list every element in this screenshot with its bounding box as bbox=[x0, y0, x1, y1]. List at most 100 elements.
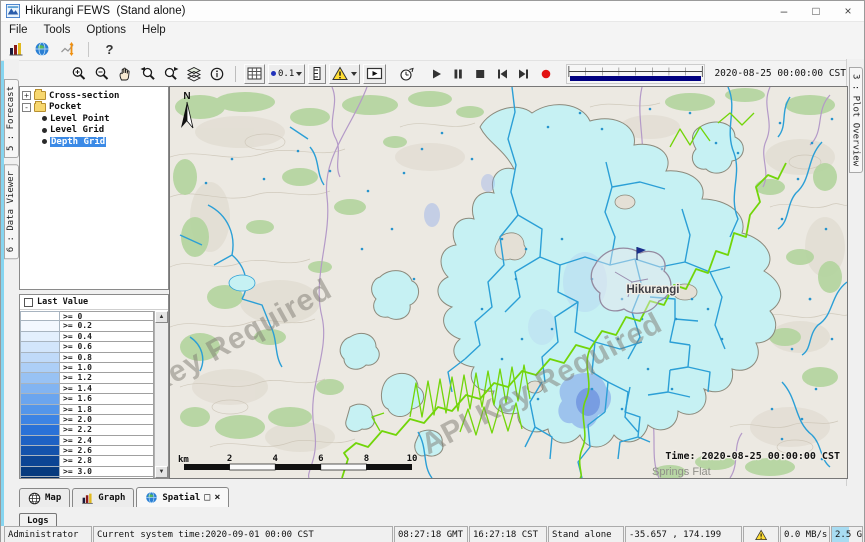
scroll-down-icon[interactable]: ▼ bbox=[155, 466, 168, 478]
tree-item-label: Cross-section bbox=[49, 91, 119, 101]
toolbar-separator bbox=[235, 66, 236, 82]
legend-label: >= 3.0 bbox=[60, 467, 154, 477]
tree-item-cross-section[interactable]: + Cross-section bbox=[22, 90, 166, 102]
info-button[interactable] bbox=[207, 65, 227, 83]
scale-tick: 2 bbox=[227, 454, 232, 464]
legend-row: >= 2.4 bbox=[20, 436, 154, 446]
status-user: Administrator bbox=[4, 526, 92, 542]
close-button[interactable]: × bbox=[832, 1, 864, 21]
scroll-up-icon[interactable]: ▲ bbox=[155, 311, 168, 323]
close-panel-icon[interactable]: × bbox=[214, 493, 220, 503]
status-network-rate: 0.0 MB/s bbox=[780, 526, 830, 542]
go-to-end-button[interactable] bbox=[514, 65, 533, 83]
pan-button[interactable] bbox=[115, 65, 135, 83]
tree-item-pocket[interactable]: - Pocket bbox=[22, 102, 166, 114]
layers-button[interactable] bbox=[184, 65, 204, 83]
vertical-scale-button[interactable] bbox=[308, 64, 326, 84]
tab-spatial-label: Spatial bbox=[162, 493, 200, 503]
scale-unit: km bbox=[178, 455, 189, 465]
grid-display-button[interactable] bbox=[244, 64, 265, 84]
animation-timer-button[interactable] bbox=[397, 65, 417, 83]
memory-label: 2.5 GB bbox=[835, 530, 863, 540]
legend-swatch bbox=[20, 405, 60, 415]
map-view[interactable]: API Key Required API Key Required Hikura… bbox=[169, 86, 848, 479]
status-bar: Administrator Current system time:2020-0… bbox=[1, 526, 864, 542]
maximize-panel-icon[interactable]: □ bbox=[204, 493, 210, 503]
tree-item-level-point[interactable]: Level Point bbox=[22, 113, 166, 125]
explorer-button[interactable] bbox=[7, 41, 24, 58]
legend-row: >= 1.2 bbox=[20, 373, 154, 383]
skip-to-start-icon bbox=[495, 67, 509, 81]
zoom-in-icon bbox=[71, 66, 87, 82]
legend-swatch bbox=[20, 456, 60, 466]
record-button[interactable] bbox=[536, 65, 555, 83]
expander-collapsed-icon[interactable]: + bbox=[22, 91, 31, 100]
map-toolbar: 0.1 2020-08-25 00:00:00 C bbox=[19, 61, 848, 86]
tab-plot-overview[interactable]: 3 : Plot Overview bbox=[849, 67, 863, 173]
tab-spatial[interactable]: Spatial □ × bbox=[136, 487, 229, 507]
legend-swatch bbox=[20, 311, 60, 321]
status-warning[interactable] bbox=[743, 526, 779, 542]
tab-graph[interactable]: Graph bbox=[72, 488, 134, 507]
legend-label: >= 0.2 bbox=[60, 321, 154, 331]
chevron-down-icon bbox=[296, 72, 302, 76]
layers-tree: + Cross-section - Pocket Level Point Lev… bbox=[19, 86, 169, 290]
menu-help[interactable]: Help bbox=[142, 24, 166, 36]
legend-swatch bbox=[20, 415, 60, 425]
time-slider[interactable] bbox=[566, 64, 705, 84]
tab-map-label: Map bbox=[45, 493, 61, 503]
legend-panel: Last Value >= 0 >= 0.2 >= 0.4 >= 0.6 >= … bbox=[19, 294, 169, 479]
scale-tick: 4 bbox=[272, 454, 278, 464]
last-value-checkbox[interactable] bbox=[24, 298, 33, 307]
left-panel: + Cross-section - Pocket Level Point Lev… bbox=[19, 86, 169, 479]
menu-file[interactable]: File bbox=[9, 24, 28, 36]
stop-icon bbox=[473, 67, 487, 81]
menu-options[interactable]: Options bbox=[86, 24, 126, 36]
map-time-label: Time: 2020-08-25 00:00:00 CST bbox=[665, 450, 840, 462]
folder-icon bbox=[34, 103, 46, 112]
movie-icon bbox=[366, 66, 383, 81]
map-canvas: API Key Required API Key Required Hikura… bbox=[170, 87, 847, 478]
expander-expanded-icon[interactable]: - bbox=[22, 103, 31, 112]
legend-row: >= 2.2 bbox=[20, 425, 154, 435]
zoom-out-button[interactable] bbox=[92, 65, 112, 83]
minimize-button[interactable]: – bbox=[768, 1, 800, 21]
legend-label: >= 0.4 bbox=[60, 332, 154, 342]
town-label: Hikurangi bbox=[626, 284, 679, 296]
legend-label: >= 2.2 bbox=[60, 425, 154, 435]
animation-panel-button[interactable] bbox=[363, 64, 386, 84]
legend-swatch bbox=[20, 477, 60, 478]
tab-map[interactable]: Map bbox=[19, 488, 70, 507]
menu-tools[interactable]: Tools bbox=[44, 24, 71, 36]
tree-item-depth-grid[interactable]: Depth Grid bbox=[22, 136, 166, 148]
go-to-start-button[interactable] bbox=[492, 65, 511, 83]
zoom-in-button[interactable] bbox=[69, 65, 89, 83]
legend-row: >= 2.8 bbox=[20, 456, 154, 466]
stop-button[interactable] bbox=[470, 65, 489, 83]
tab-data-viewer[interactable]: 6 : Data Viewer bbox=[4, 164, 19, 259]
legend-label: >= 0 bbox=[60, 311, 154, 321]
legend-label: >= 1.2 bbox=[60, 373, 154, 383]
status-memory: 2.5 GB bbox=[831, 526, 863, 542]
tab-forecast[interactable]: 5 : Forecast bbox=[4, 79, 19, 158]
previous-zoom-button[interactable] bbox=[138, 65, 158, 83]
threshold-dropdown[interactable]: 0.1 bbox=[268, 64, 305, 84]
application-window: Hikurangi FEWS (Stand alone) – □ × File … bbox=[0, 0, 865, 542]
next-zoom-button[interactable] bbox=[161, 65, 181, 83]
play-button[interactable] bbox=[426, 65, 445, 83]
maximize-button[interactable]: □ bbox=[800, 1, 832, 21]
tree-item-level-grid[interactable]: Level Grid bbox=[22, 125, 166, 137]
warnings-dropdown[interactable] bbox=[329, 64, 360, 84]
threshold-value: 0.1 bbox=[278, 69, 294, 79]
legend-label: >= 0.6 bbox=[60, 342, 154, 352]
legend-scrollbar[interactable]: ▲ ▼ bbox=[154, 311, 168, 478]
help-button[interactable]: ? bbox=[101, 41, 118, 58]
legend-row: >= 3.0 bbox=[20, 467, 154, 477]
database-display-button[interactable] bbox=[59, 41, 76, 58]
tree-item-label-selected: Depth Grid bbox=[50, 137, 106, 147]
legend-row: >= 0.2 bbox=[20, 321, 154, 331]
status-mode: Stand alone bbox=[548, 526, 624, 542]
legend-row: >= 0 bbox=[20, 311, 154, 321]
map-display-button[interactable] bbox=[33, 41, 50, 58]
pause-button[interactable] bbox=[448, 65, 467, 83]
